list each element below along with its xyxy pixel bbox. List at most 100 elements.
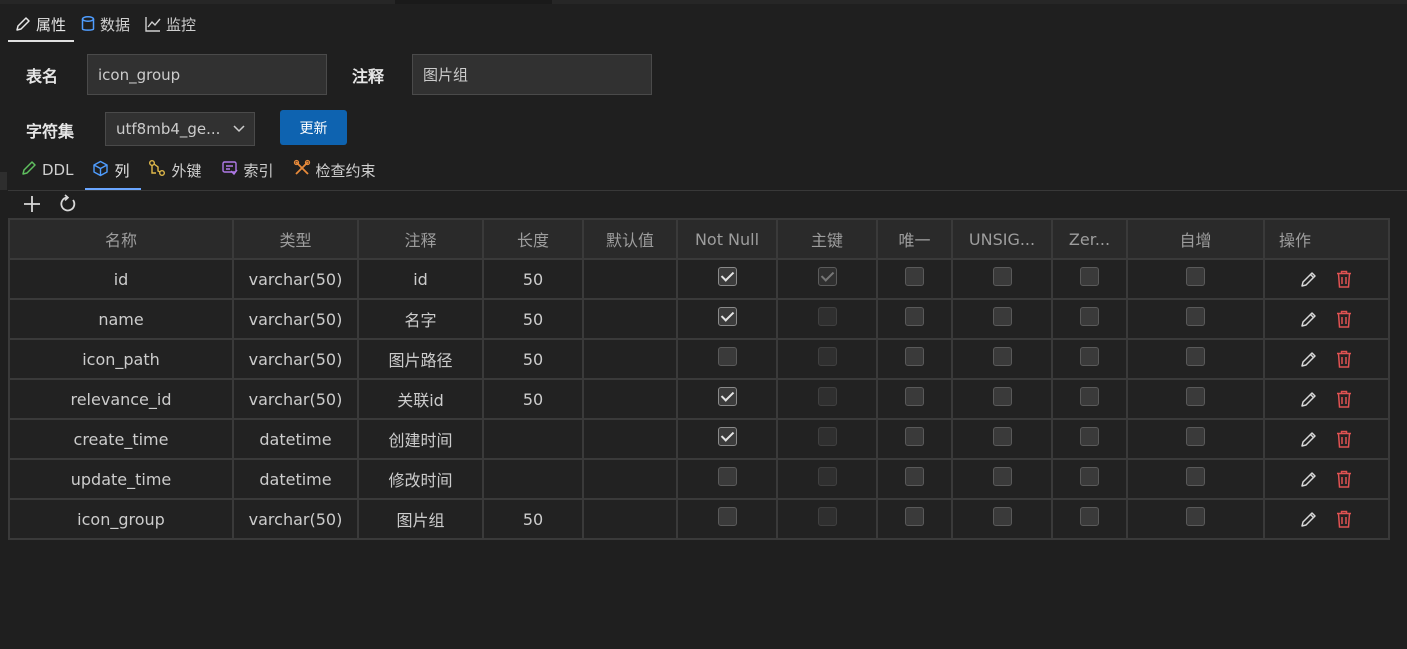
zerofill-checkbox[interactable] [1080,387,1099,406]
cell-name[interactable]: relevance_id [8,378,234,420]
delete-icon[interactable] [1335,309,1353,329]
unsigned-checkbox[interactable] [992,507,1012,526]
edit-icon[interactable] [1299,429,1319,449]
not-null-checkbox[interactable] [717,427,737,446]
edit-icon[interactable] [1299,309,1319,329]
primary-key-checkbox[interactable] [817,427,837,446]
header-unsigned[interactable]: UNSIG... [951,218,1053,260]
cell-type[interactable]: varchar(50) [232,378,359,420]
not-null-checkbox[interactable] [717,467,737,486]
cell-comment[interactable]: 名字 [357,298,484,340]
cell-length[interactable] [482,418,584,460]
delete-icon[interactable] [1335,509,1353,529]
cell-length[interactable]: 50 [482,338,584,380]
cell-comment[interactable]: 图片路径 [357,338,484,380]
table-row[interactable]: update_time datetime 修改时间 [8,458,1390,500]
edit-icon[interactable] [1299,349,1319,369]
tab-data[interactable]: 数据 [74,8,138,40]
table-row[interactable]: name varchar(50) 名字 50 [8,298,1390,340]
primary-key-checkbox[interactable] [817,307,837,326]
auto-increment-checkbox[interactable] [1186,267,1205,286]
cell-type[interactable]: varchar(50) [232,338,359,380]
not-null-checkbox[interactable] [717,307,737,326]
primary-key-checkbox[interactable] [817,387,837,406]
unique-checkbox[interactable] [905,507,924,526]
primary-key-checkbox[interactable] [817,347,837,366]
tab-check-constraints[interactable]: 检查约束 [286,152,388,188]
tab-columns[interactable]: 列 [85,152,142,190]
cell-default[interactable] [582,298,678,340]
not-null-checkbox[interactable] [717,507,737,526]
unique-checkbox[interactable] [905,347,924,366]
unique-checkbox[interactable] [905,267,924,286]
comment-input[interactable] [412,54,652,95]
auto-increment-checkbox[interactable] [1186,427,1205,446]
unique-checkbox[interactable] [905,307,924,326]
cell-default[interactable] [582,418,678,460]
unsigned-checkbox[interactable] [992,267,1012,286]
cell-comment[interactable]: id [357,258,484,300]
cell-length[interactable]: 50 [482,298,584,340]
cell-name[interactable]: create_time [8,418,234,460]
not-null-checkbox[interactable] [717,387,737,406]
header-type[interactable]: 类型 [232,218,359,260]
zerofill-checkbox[interactable] [1080,507,1099,526]
header-not-null[interactable]: Not Null [676,218,778,260]
cell-default[interactable] [582,338,678,380]
tab-properties[interactable]: 属性 [8,8,75,42]
primary-key-checkbox[interactable] [817,467,837,486]
edit-icon[interactable] [1299,509,1319,529]
refresh-icon[interactable] [58,194,78,214]
cell-comment[interactable]: 图片组 [357,498,484,540]
edit-icon[interactable] [1299,269,1319,289]
primary-key-checkbox[interactable] [817,267,837,286]
cell-type[interactable]: varchar(50) [232,498,359,540]
cell-default[interactable] [582,498,678,540]
cell-comment[interactable]: 修改时间 [357,458,484,500]
not-null-checkbox[interactable] [717,347,737,366]
tab-monitor[interactable]: 监控 [138,8,204,40]
tab-foreign-keys[interactable]: 外键 [141,152,213,188]
unsigned-checkbox[interactable] [992,467,1012,486]
edit-icon[interactable] [1299,469,1319,489]
table-name-input[interactable] [87,54,327,95]
auto-increment-checkbox[interactable] [1186,387,1205,406]
delete-icon[interactable] [1335,389,1353,409]
delete-icon[interactable] [1335,349,1353,369]
cell-comment[interactable]: 关联id [357,378,484,420]
cell-length[interactable] [482,458,584,500]
unique-checkbox[interactable] [905,467,924,486]
unique-checkbox[interactable] [905,387,924,406]
header-unique[interactable]: 唯一 [876,218,953,260]
zerofill-checkbox[interactable] [1080,307,1099,326]
table-row[interactable]: icon_path varchar(50) 图片路径 50 [8,338,1390,380]
cell-name[interactable]: icon_group [8,498,234,540]
cell-length[interactable]: 50 [482,258,584,300]
cell-type[interactable]: varchar(50) [232,258,359,300]
table-row[interactable]: icon_group varchar(50) 图片组 50 [8,498,1390,540]
cell-name[interactable]: update_time [8,458,234,500]
delete-icon[interactable] [1335,469,1353,489]
unsigned-checkbox[interactable] [992,427,1012,446]
cell-default[interactable] [582,258,678,300]
delete-icon[interactable] [1335,429,1353,449]
cell-type[interactable]: datetime [232,418,359,460]
cell-type[interactable]: datetime [232,458,359,500]
unique-checkbox[interactable] [905,427,924,446]
charset-select[interactable]: utf8mb4_ge... [105,112,255,146]
cell-name[interactable]: id [8,258,234,300]
auto-increment-checkbox[interactable] [1186,307,1205,326]
header-zerofill[interactable]: Zer... [1051,218,1128,260]
header-primary-key[interactable]: 主键 [776,218,878,260]
tab-ddl[interactable]: DDL [14,152,85,188]
cell-default[interactable] [582,378,678,420]
cell-length[interactable]: 50 [482,378,584,420]
cell-name[interactable]: icon_path [8,338,234,380]
cell-comment[interactable]: 创建时间 [357,418,484,460]
zerofill-checkbox[interactable] [1080,467,1099,486]
delete-icon[interactable] [1335,269,1353,289]
auto-increment-checkbox[interactable] [1186,347,1205,366]
header-comment[interactable]: 注释 [357,218,484,260]
table-row[interactable]: create_time datetime 创建时间 [8,418,1390,460]
cell-name[interactable]: name [8,298,234,340]
